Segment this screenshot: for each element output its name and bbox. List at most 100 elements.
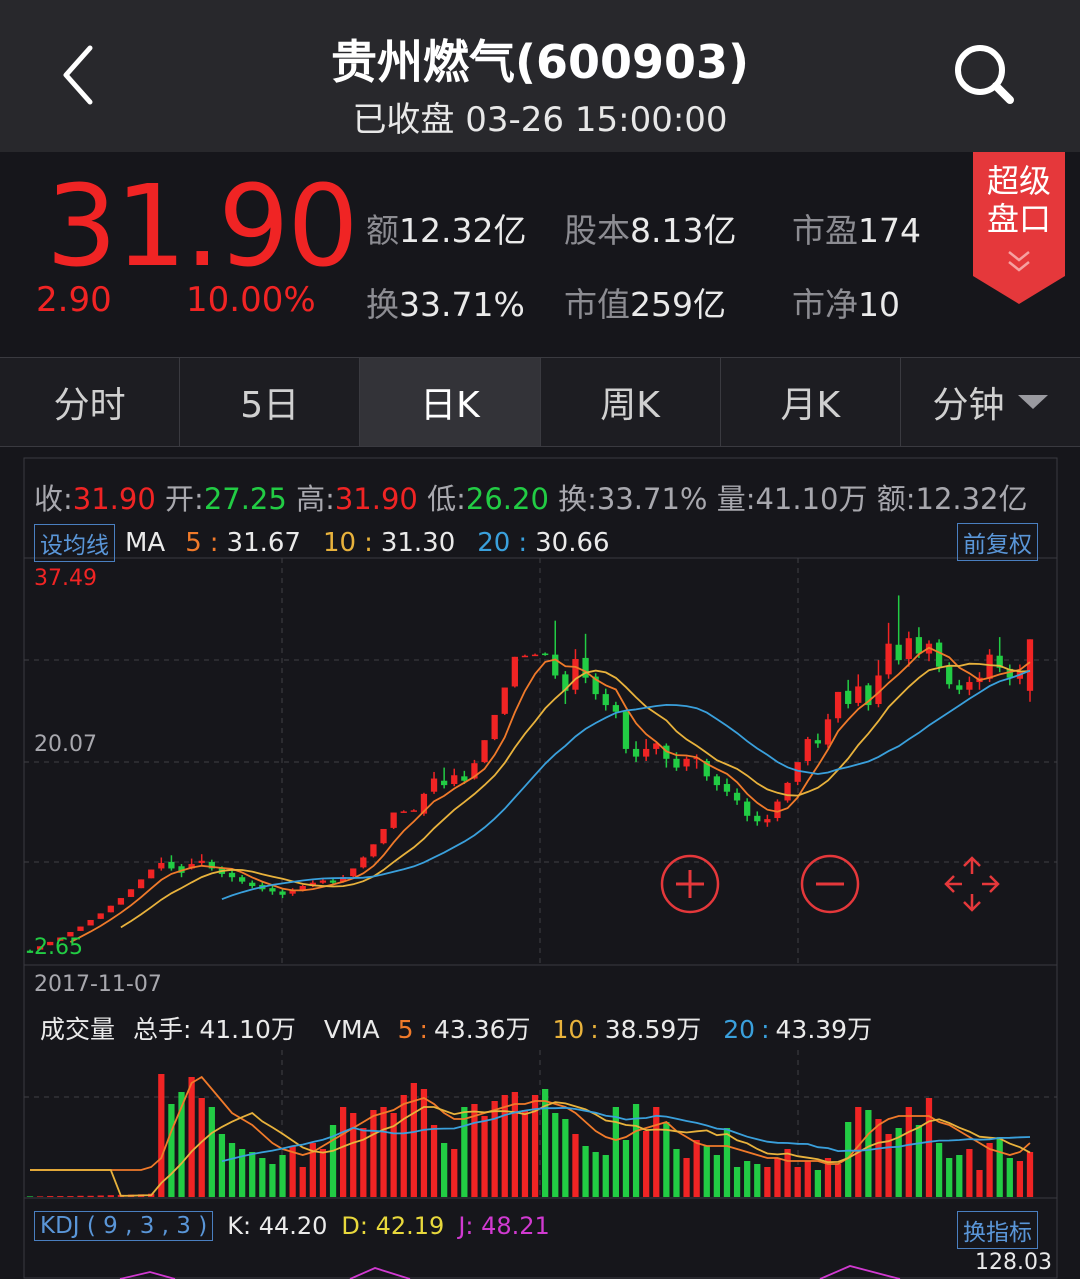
candle-body <box>97 913 104 919</box>
volume-bar <box>107 1195 114 1197</box>
volume-bar <box>481 1116 488 1197</box>
candle-body <box>370 844 377 857</box>
candle-body <box>683 758 690 767</box>
volume-bar <box>67 1196 74 1197</box>
candle-body <box>238 877 246 882</box>
volume-bar <box>865 1110 872 1197</box>
volume-bar <box>925 1098 933 1197</box>
volume-bar <box>966 1149 973 1197</box>
volume-bar <box>754 1164 761 1197</box>
switch-indicator-button[interactable]: 换指标 <box>957 1211 1038 1249</box>
kdj-params-button[interactable]: KDJ ( 9 , 3 , 3 ) <box>34 1211 214 1241</box>
candle-body <box>360 857 367 868</box>
candle-body <box>531 654 539 657</box>
volume-bar <box>188 1077 195 1197</box>
candle-body <box>774 801 781 819</box>
volume-bar <box>794 1167 801 1197</box>
volume-bar <box>976 1170 983 1197</box>
volume-bar <box>97 1195 104 1197</box>
volume-bar <box>723 1128 731 1197</box>
candle-body <box>329 880 337 883</box>
volume-bar <box>1026 1152 1034 1197</box>
candle-body <box>834 691 842 719</box>
ma5-line <box>69 646 1031 943</box>
candle-body <box>481 740 488 763</box>
candle-body <box>855 686 862 703</box>
volume-bar <box>592 1152 599 1197</box>
adjust-mode-button[interactable]: 前复权 <box>957 523 1038 561</box>
candle-body <box>390 812 397 828</box>
volume-bar <box>582 1146 589 1197</box>
volume-bar <box>420 1089 428 1197</box>
candle-body <box>723 784 731 792</box>
volume-bar <box>158 1074 165 1197</box>
volume-bar <box>471 1104 478 1197</box>
volume-bar <box>935 1143 943 1197</box>
volume-bar <box>996 1137 1003 1197</box>
candle-body <box>915 637 923 654</box>
candle-body <box>804 739 811 761</box>
candle-body <box>956 685 963 690</box>
candle-body <box>430 778 438 792</box>
set-ma-button[interactable]: 设均线 <box>34 524 115 562</box>
volume-bar <box>1006 1158 1013 1197</box>
volume-bar <box>733 1167 741 1197</box>
kdj-legend: KDJ ( 9 , 3 , 3 ) K: 44.20 D: 42.19 J: 4… <box>34 1211 550 1241</box>
candle-body <box>713 776 720 786</box>
candle-body <box>733 792 741 801</box>
volume-bar <box>602 1155 609 1197</box>
candle-body <box>148 869 155 879</box>
candle-body <box>572 659 579 690</box>
y-axis-min: 2.65 <box>34 935 83 960</box>
candle-body <box>491 714 498 740</box>
y-axis-mid: 20.07 <box>34 732 97 757</box>
volume-bar <box>461 1107 468 1197</box>
kdj-j-line <box>349 1267 411 1279</box>
volume-bar <box>198 1098 205 1197</box>
volume-bar <box>622 1140 630 1197</box>
ma20-line <box>221 669 1031 901</box>
candle-body <box>824 719 832 745</box>
kline-chart[interactable] <box>0 0 1080 1279</box>
volume-bar <box>673 1149 680 1197</box>
volume-bar <box>562 1119 569 1197</box>
candle-body <box>511 656 518 687</box>
volume-bar <box>683 1158 690 1197</box>
volume-bar <box>77 1195 84 1197</box>
volume-bar <box>744 1161 751 1197</box>
volume-bar <box>814 1170 822 1197</box>
volume-bar <box>249 1152 256 1197</box>
volume-bar <box>36 1196 44 1197</box>
volume-bar <box>441 1143 448 1197</box>
candle-body <box>228 872 236 878</box>
candle-body <box>602 694 609 706</box>
candle-body <box>77 926 84 931</box>
volume-bar <box>774 1158 781 1197</box>
candle-body <box>441 780 448 786</box>
volume-bar <box>350 1113 357 1197</box>
volume-bar <box>319 1149 327 1197</box>
candle-body <box>966 682 973 690</box>
candle-body <box>905 638 912 660</box>
candle-body <box>501 687 508 714</box>
volume-bar <box>764 1167 771 1197</box>
candle-body <box>895 644 902 661</box>
ma-legend: 设均线 MA 5:31.67 10:31.30 20:30.66 <box>34 524 610 562</box>
candle-body <box>158 862 165 869</box>
candle-body <box>380 828 387 844</box>
volume-bar <box>269 1164 276 1197</box>
candle-body <box>552 654 559 676</box>
volume-bar <box>1016 1161 1024 1197</box>
candle-body <box>612 705 619 712</box>
volume-bar <box>87 1195 94 1197</box>
volume-bar <box>400 1095 407 1197</box>
candle-body <box>643 748 650 757</box>
volume-bar <box>511 1092 518 1197</box>
candle-body <box>26 950 34 953</box>
y-axis-max: 37.49 <box>34 566 97 591</box>
volume-bar <box>228 1143 236 1197</box>
volume-bar <box>612 1107 619 1197</box>
volume-bar <box>875 1119 882 1197</box>
candle-body <box>673 758 680 768</box>
candle-body <box>754 815 761 822</box>
